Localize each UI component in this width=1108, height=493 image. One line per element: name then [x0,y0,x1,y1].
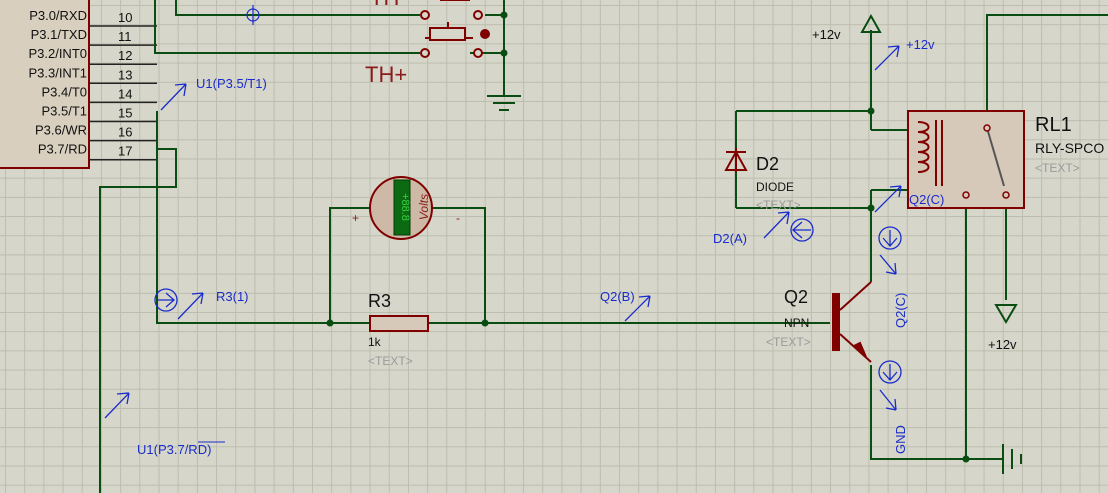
rl1-type: RLY-SPCO [1035,140,1104,156]
voltmeter-display: +88.8 [399,193,411,221]
probe-vcc-label: +12v [906,37,935,52]
vcc-bottom-label: +12v [988,337,1017,352]
ground-symbol-right [1002,444,1022,474]
mcu-pin-name: P3.2/INT0 [28,46,87,61]
button-th-minus[interactable] [420,0,483,20]
mcu-pin-name: P3.7/RD [38,142,87,157]
mcu-pin-name: P3.4/T0 [41,84,87,99]
d2-ref: D2 [756,154,779,174]
mcu-pin-name: P3.6/WR [35,123,87,138]
transistor-q2[interactable] [832,281,872,363]
voltmeter[interactable]: +88.8 Volts [369,176,433,240]
r3-ref: R3 [368,291,391,311]
diode-d2[interactable] [724,148,748,172]
th-minus-label: TH- [370,0,407,10]
schematic-drawing: P3.0/RXD 10 P3.1/TXD 11 P3.2/INT0 12 P3.3/INT1… [0,0,1108,493]
button-th-plus[interactable] [420,22,490,58]
mcu-pin-number: 11 [118,29,132,44]
probe-arrow-icon [763,211,790,239]
probe-arrow-icon [160,83,187,111]
probe-arrow-icon [104,392,130,419]
q2-type: NPN [784,316,809,330]
mcu-pin-number: 13 [118,67,132,82]
d2-type: DIODE [756,180,794,194]
r3-text: <TEXT> [368,354,413,368]
schematic-canvas[interactable]: P3.0/RXD 10 P3.1/TXD 11 P3.2/INT0 12 P3.3/INT1… [0,0,1108,493]
power-terminal-bottom [994,304,1018,324]
power-terminal-top [860,13,882,33]
junction-dots [326,11,970,463]
voltmeter-minus-label: - [456,211,460,225]
probe-icons [104,45,902,419]
probe-r3-label: R3(1) [216,289,249,304]
probe-q2c-side-label: Q2(C) [893,293,908,328]
resistor-r3[interactable] [369,315,429,332]
rl1-ref: RL1 [1035,114,1072,136]
mcu-pin-number: 15 [118,106,132,121]
mcu-pin-number: 17 [118,144,132,159]
probe-gnd-label: GND [893,425,908,454]
mcu-pin-name: P3.1/TXD [31,27,87,42]
probe-u1-t1-label: U1(P3.5/T1) [196,76,267,91]
mcu-pin-number: 16 [118,125,132,140]
mcu-pin-list: P3.0/RXD 10 P3.1/TXD 11 P3.2/INT0 12 P3.3/INT1… [28,8,157,161]
probe-arrow-icon [879,389,897,411]
mcu-pin-number: 10 [118,10,132,25]
wires [99,0,1108,493]
probe-arrow-icon [879,254,897,275]
probe-labels: U1(P3.5/T1) U1(P3.7/RD) R3(1) Q2(B) D2(A… [137,37,944,457]
probe-arrow-icon [874,45,900,71]
probe-u1-rd-label: U1(P3.7/RD) [137,442,211,457]
voltmeter-plus-label: + [352,211,359,225]
mcu-pin-name: P3.3/INT1 [28,65,87,80]
d2-text: <TEXT> [756,198,801,212]
vcc-left-label: +12v [812,27,841,42]
probe-q2b-label: Q2(B) [600,289,635,304]
q2-text: <TEXT> [766,335,811,349]
mcu-pin-number: 14 [118,86,132,101]
probe-d2a-label: D2(A) [713,231,747,246]
th-plus-label: TH+ [365,62,407,87]
mcu-pin-name: P3.0/RXD [29,8,87,23]
mcu-pin-name: P3.5/T1 [41,104,87,119]
mcu-pin-number: 12 [118,48,132,63]
probe-arrow-icon [177,292,204,320]
q2-ref: Q2 [784,287,808,307]
probe-q2c-top-label: Q2(C) [909,192,944,207]
r3-value: 1k [368,335,382,349]
ground-symbol-top [487,95,521,111]
voltmeter-unit: Volts [417,194,431,220]
rl1-text: <TEXT> [1035,161,1080,175]
